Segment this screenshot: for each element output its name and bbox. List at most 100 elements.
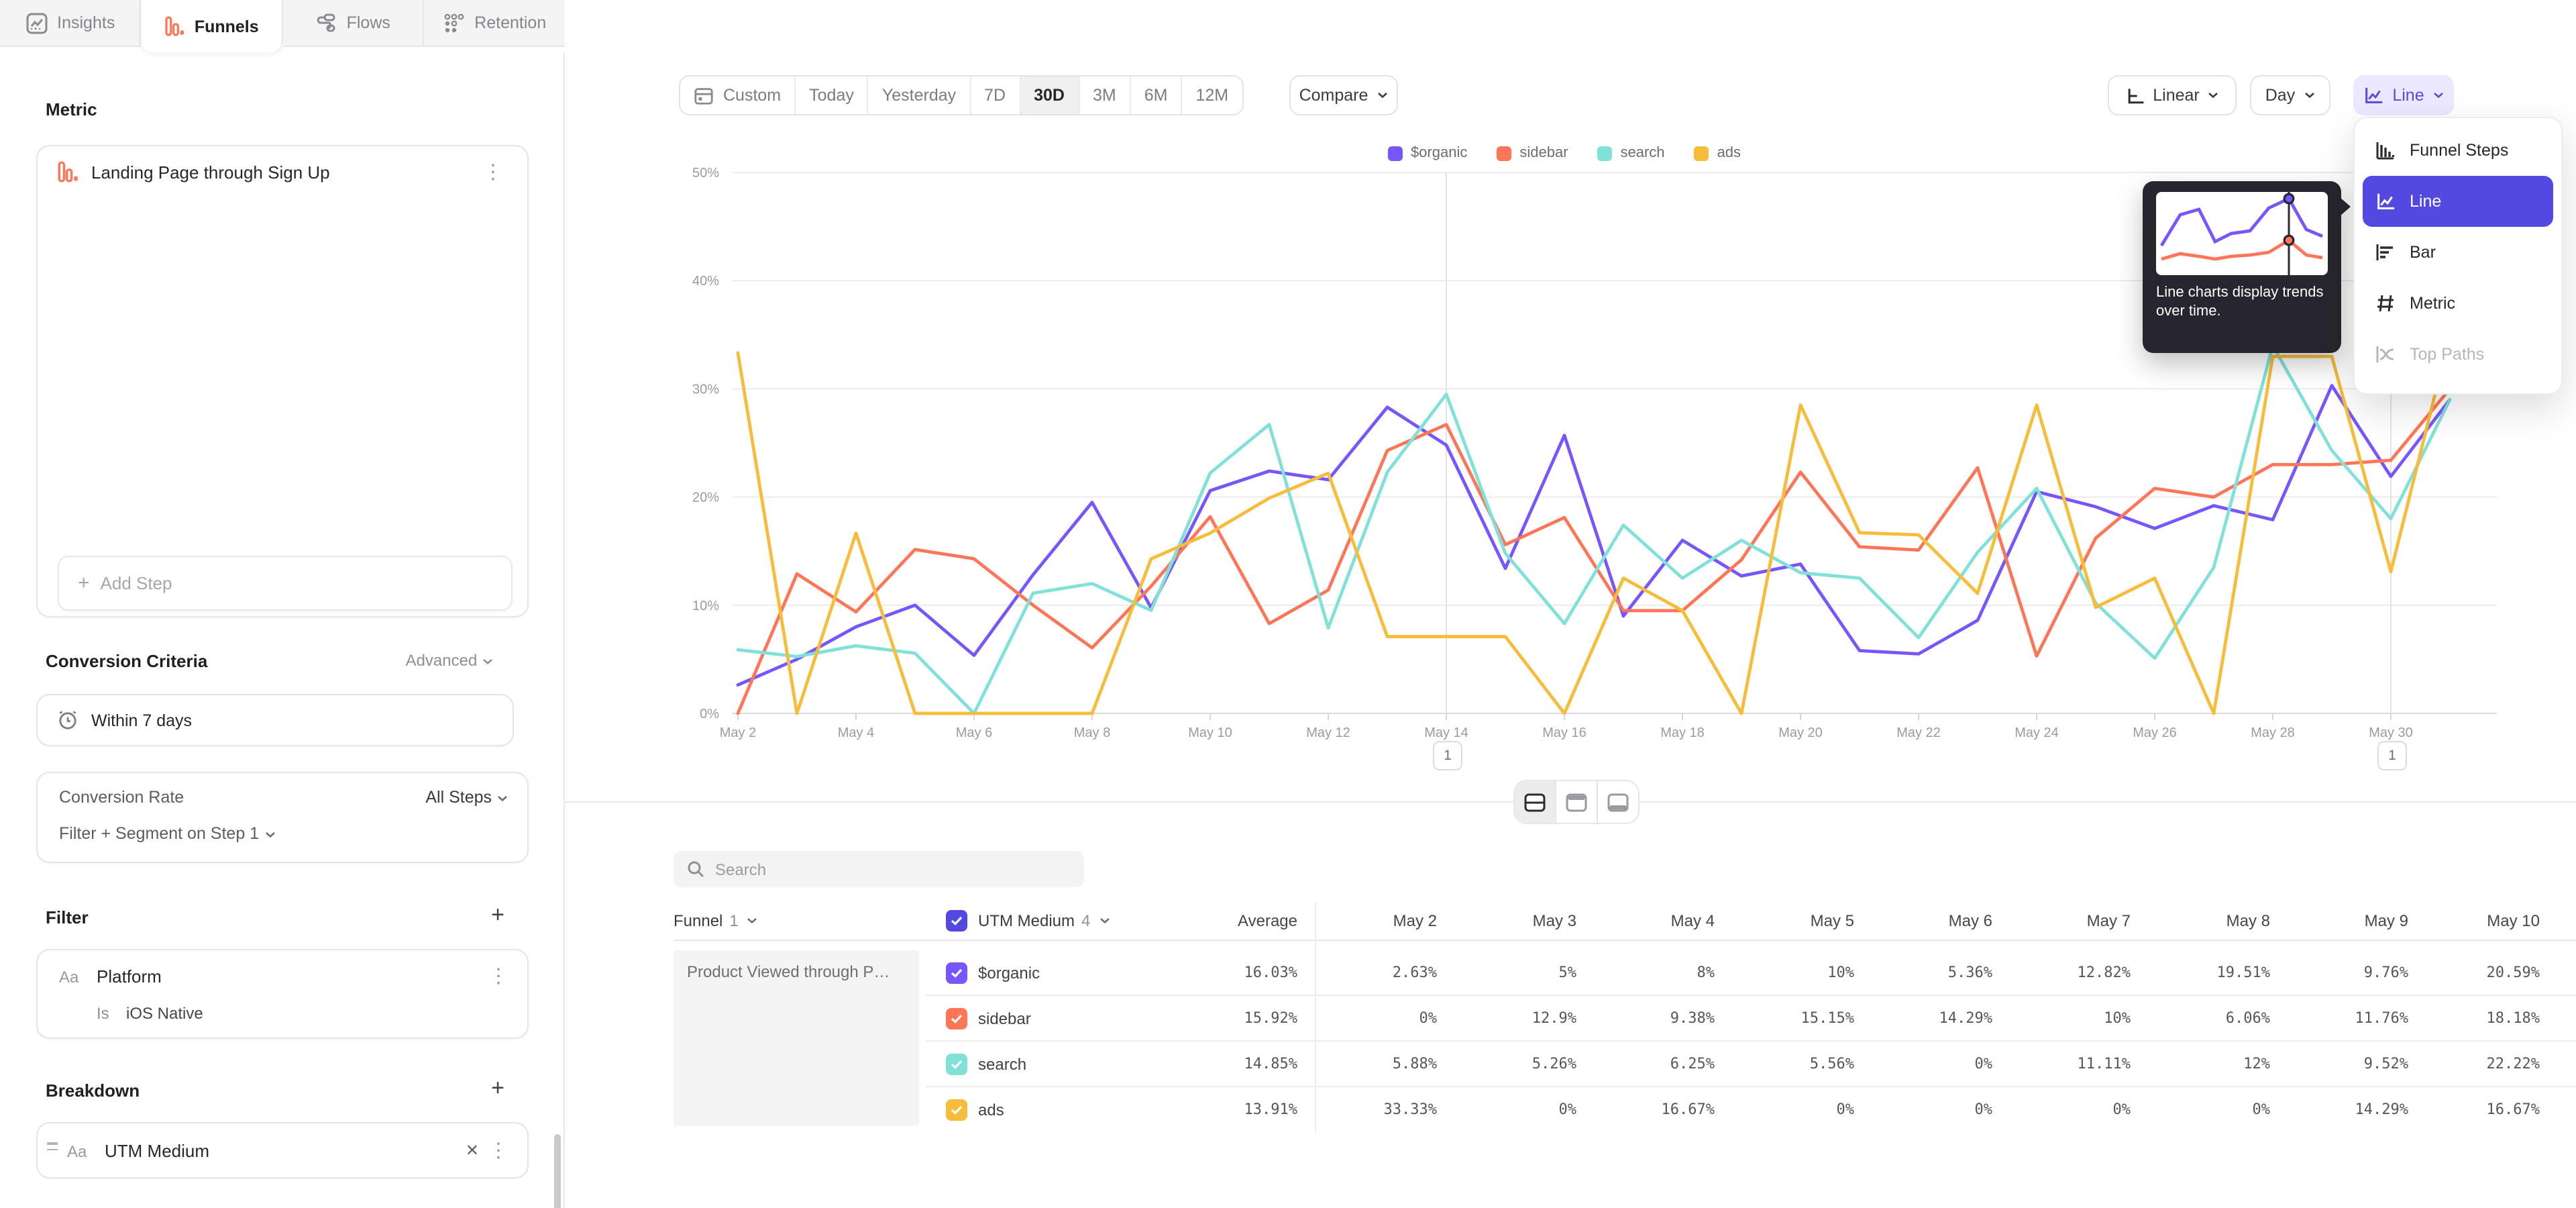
x-axis-label: May 24 <box>2015 725 2059 740</box>
layout-chart-button[interactable] <box>1556 781 1598 823</box>
y-axis-label: 40% <box>692 274 719 289</box>
cell-value: 0% <box>1865 1101 1992 1118</box>
x-axis-label: May 28 <box>2251 725 2295 740</box>
annotation-badge[interactable]: 1 <box>2377 741 2407 770</box>
annotation-count: 1 <box>1444 748 1452 764</box>
add-step-button[interactable]: + Add Step <box>58 556 513 611</box>
metric-card-header[interactable]: Landing Page through Sign Up ⋮ <box>56 160 517 184</box>
advanced-dropdown[interactable]: Advanced <box>406 651 494 670</box>
chart-line-organic[interactable] <box>738 386 2450 685</box>
conversion-window-card[interactable]: Within 7 days <box>36 694 514 746</box>
breakdown-column-header[interactable]: UTM Medium 4 <box>946 902 1110 940</box>
column-label: May 4 <box>1671 911 1715 930</box>
x-axis-label: May 30 <box>2369 725 2413 740</box>
column-header-may-10[interactable]: May 10 <box>2419 902 2540 940</box>
main-panel: CustomTodayYesterday7D30D3M6M12M Compare… <box>565 0 2576 1208</box>
cell-value: 9.52% <box>2281 1055 2408 1072</box>
cell-value: 6.25% <box>1587 1055 1715 1072</box>
cell-value: 10% <box>1727 964 1854 981</box>
breakdown-card-utm[interactable]: Aa UTM Medium ✕ ⋮ <box>36 1122 529 1178</box>
layout-table-button[interactable] <box>1598 781 1638 823</box>
cell-value: 8% <box>1587 964 1715 981</box>
chart-type-tooltip: Line charts display trends over time. <box>2143 181 2341 353</box>
column-label: May 10 <box>2487 911 2540 930</box>
row-checkbox[interactable] <box>946 1008 967 1029</box>
row-checkbox[interactable] <box>946 1099 967 1121</box>
filter-operator: Is <box>97 1004 109 1023</box>
annotation-badge[interactable]: 1 <box>1433 741 1462 770</box>
tab-funnels[interactable]: Funnels <box>142 0 283 52</box>
menu-item-funnel-steps[interactable]: Funnel Steps <box>2363 125 2553 176</box>
chevron-down-icon <box>747 917 759 925</box>
table-search-input[interactable]: Search <box>674 851 1084 887</box>
x-axis-label: May 26 <box>2133 725 2177 740</box>
property-type-badge: Aa <box>67 1142 87 1161</box>
filter-segment-label: Filter + Segment on Step 1 <box>59 824 259 843</box>
kebab-icon[interactable]: ⋮ <box>488 1141 508 1161</box>
row-label: sidebar <box>978 1009 1031 1028</box>
menu-item-bar[interactable]: Bar <box>2363 227 2553 278</box>
y-axis-label: 20% <box>692 491 719 505</box>
add-filter-button[interactable]: + <box>491 902 504 929</box>
advanced-label: Advanced <box>406 651 478 670</box>
filter-card-platform[interactable]: Aa Platform ⋮ Is iOS Native <box>36 949 529 1039</box>
row-checkbox[interactable] <box>946 1054 967 1075</box>
insights-icon <box>25 11 48 34</box>
column-header-may-2[interactable]: May 2 <box>1316 902 1437 940</box>
cell-value: 15.92% <box>1170 1009 1297 1027</box>
x-axis-label: May 22 <box>1896 725 1941 740</box>
y-axis-label: 30% <box>692 382 719 397</box>
menu-item-line[interactable]: Line <box>2363 176 2553 227</box>
cell-value: 12.82% <box>2003 964 2131 981</box>
add-step-label: Add Step <box>101 573 172 593</box>
breakdown-property: UTM Medium <box>105 1141 209 1161</box>
column-header-may-7[interactable]: May 7 <box>2010 902 2131 940</box>
filter-segment-dropdown[interactable]: Filter + Segment on Step 1 <box>59 824 276 843</box>
menu-item-top-paths: Top Paths <box>2363 329 2553 380</box>
x-axis-label: May 12 <box>1306 725 1350 740</box>
all-steps-dropdown[interactable]: All Steps <box>425 788 508 807</box>
column-header-may-4[interactable]: May 4 <box>1594 902 1715 940</box>
cell-value: 15.15% <box>1727 1009 1854 1027</box>
x-axis-label: May 16 <box>1542 725 1587 740</box>
tab-retention[interactable]: Retention <box>424 0 566 47</box>
plus-icon: + <box>78 572 90 595</box>
layout-split-button[interactable] <box>1515 781 1556 823</box>
kebab-icon[interactable]: ⋮ <box>488 966 508 987</box>
app-window: Insights Funnels Flows Retention Metric … <box>0 0 2576 1208</box>
row-checkbox[interactable] <box>946 962 967 984</box>
drag-handle-icon[interactable] <box>47 1142 58 1150</box>
annotation-count: 1 <box>2388 748 2396 764</box>
cell-value: 5.88% <box>1309 1055 1437 1072</box>
cell-value: 20.59% <box>2412 964 2540 981</box>
top-tab-bar: Insights Funnels Flows Retention <box>0 0 565 52</box>
filter-value: iOS Native <box>126 1004 203 1023</box>
funnel-metric-icon <box>56 160 79 184</box>
column-header-may-6[interactable]: May 6 <box>1872 902 1992 940</box>
column-header-average[interactable]: Average <box>1177 902 1297 940</box>
cell-value: 0% <box>1309 1009 1437 1027</box>
retention-icon <box>442 11 465 34</box>
menu-item-metric[interactable]: Metric <box>2363 278 2553 329</box>
funnel-column-header[interactable]: Funnel 1 <box>674 902 759 940</box>
close-icon[interactable]: ✕ <box>466 1141 479 1160</box>
tab-flows[interactable]: Flows <box>282 0 424 47</box>
column-label: May 9 <box>2365 911 2408 930</box>
kebab-icon[interactable]: ⋮ <box>483 162 503 182</box>
cell-value: 10% <box>2003 1009 2131 1027</box>
tab-label: Retention <box>474 13 546 32</box>
sidebar-scrollbar[interactable] <box>554 1134 561 1208</box>
column-header-may-9[interactable]: May 9 <box>2288 902 2408 940</box>
cell-value: 22.22% <box>2412 1055 2540 1072</box>
y-axis-label: 50% <box>692 166 719 181</box>
add-breakdown-button[interactable]: + <box>491 1075 504 1102</box>
select-all-checkbox[interactable] <box>946 910 967 932</box>
menu-item-label: Top Paths <box>2410 345 2484 364</box>
menu-item-label: Funnel Steps <box>2410 141 2508 160</box>
cell-value: 11.76% <box>2281 1009 2408 1027</box>
tab-insights[interactable]: Insights <box>0 0 142 47</box>
chart-type-menu: Funnel Steps LineBarMetric Top Paths <box>2353 117 2563 395</box>
column-header-may-8[interactable]: May 8 <box>2149 902 2270 940</box>
column-header-may-5[interactable]: May 5 <box>1733 902 1854 940</box>
column-header-may-3[interactable]: May 3 <box>1456 902 1576 940</box>
